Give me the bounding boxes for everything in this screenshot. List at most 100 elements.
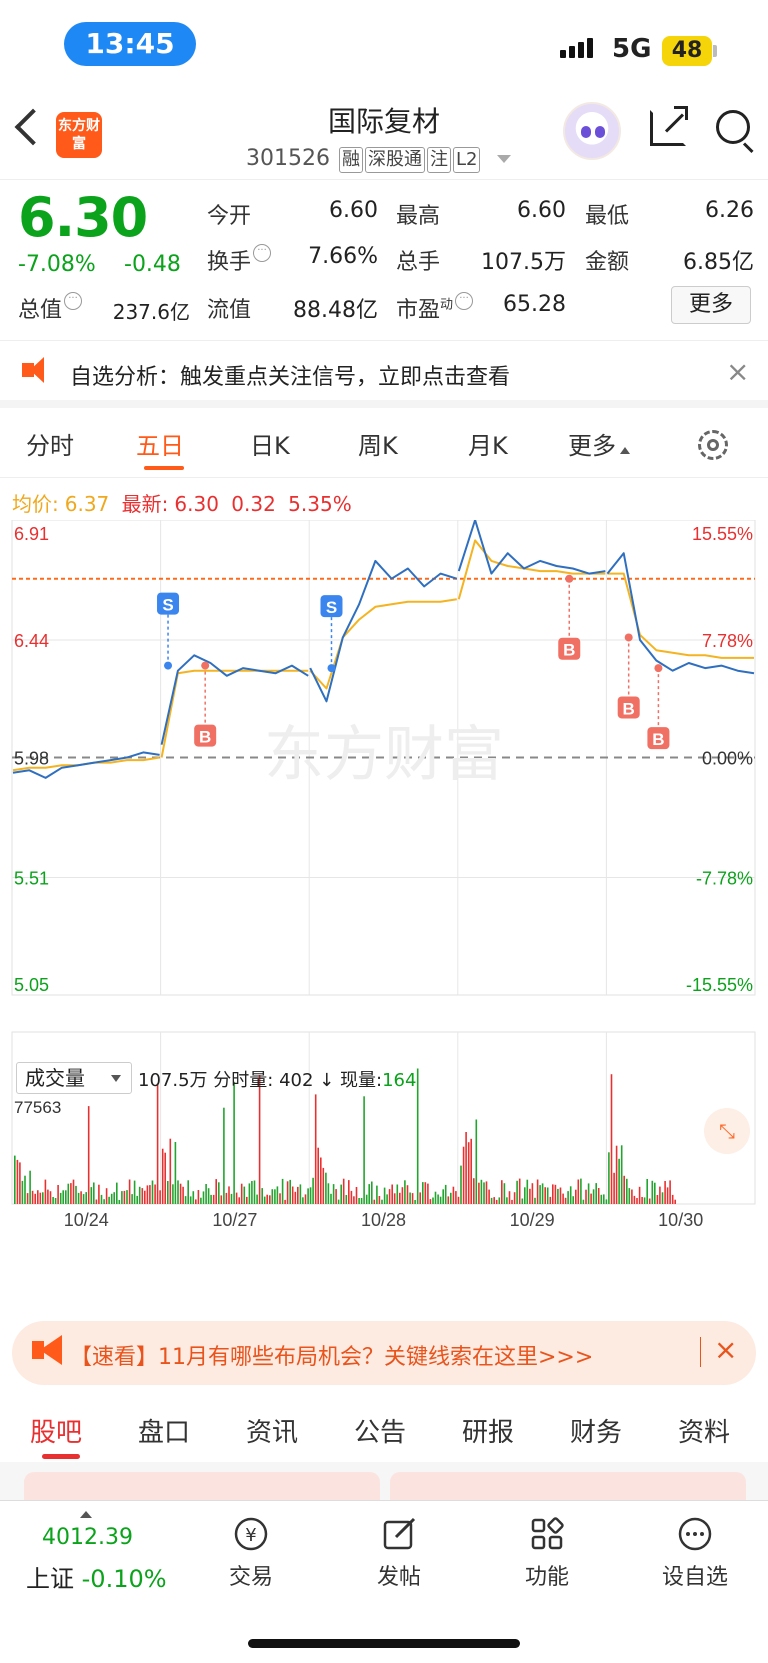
volume-bar	[332, 1184, 335, 1204]
stock-code-row[interactable]: 301526 融深股通注 L2	[246, 146, 512, 173]
index-change: -0.10%	[81, 1565, 167, 1593]
tab-profile[interactable]: 资料	[678, 1412, 730, 1449]
volume-bar	[404, 1180, 406, 1204]
volume-bar	[21, 1180, 24, 1204]
tab-monthly-k[interactable]: 月K	[468, 426, 508, 461]
info-dots-icon[interactable]: ···	[455, 292, 474, 310]
trade-button[interactable]: ¥ 交易	[196, 1515, 306, 1591]
volume-bar	[409, 1192, 411, 1204]
volume-bar	[378, 1196, 381, 1204]
y-label-left: 6.44	[14, 631, 49, 651]
volume-bar	[582, 1199, 585, 1204]
y-label-right: -15.55%	[686, 975, 753, 995]
tab-news[interactable]: 资讯	[246, 1412, 298, 1449]
float-label: 流值	[207, 298, 252, 323]
indicator-select[interactable]: 成交量	[16, 1062, 132, 1094]
y-label-left: 6.91	[14, 524, 49, 544]
volume-bar	[595, 1183, 597, 1204]
tick-volume: 402	[279, 1070, 314, 1091]
x-label: 10/30	[658, 1210, 703, 1230]
volume-bar	[179, 1183, 182, 1204]
volume-bar	[195, 1199, 197, 1204]
index-value[interactable]: 4012.39	[42, 1525, 133, 1550]
analysis-notice[interactable]: 自选分析：触发重点关注信号，立即点击查看 ×	[0, 340, 768, 408]
home-indicator	[248, 1639, 520, 1648]
volume-bar	[610, 1074, 613, 1204]
volume-bar	[424, 1182, 427, 1204]
volume-bar	[567, 1191, 569, 1204]
marker-label: B	[199, 728, 211, 747]
volume-bar	[263, 1196, 266, 1204]
volume-bar	[80, 1191, 82, 1204]
volume-bar	[246, 1196, 248, 1204]
current-volume-label: 现量:	[340, 1070, 383, 1091]
close-icon[interactable]: ×	[714, 1333, 737, 1366]
volume-bar	[569, 1186, 572, 1204]
volume-bar	[544, 1187, 546, 1204]
mktcap-label: 总值 ···	[18, 292, 83, 324]
latest-value: 6.30	[174, 492, 219, 516]
tag-l2: L2	[452, 147, 481, 173]
volume-bar	[391, 1184, 393, 1204]
low-value: 6.26	[705, 198, 754, 223]
volume-bar	[93, 1182, 95, 1204]
tab-orderbook[interactable]: 盘口	[138, 1412, 190, 1449]
y-label-right: 15.55%	[692, 524, 753, 544]
functions-button[interactable]: 功能	[492, 1515, 602, 1591]
assistant-robot-icon[interactable]	[563, 102, 621, 160]
tab-forum[interactable]: 股吧	[30, 1412, 82, 1449]
volume-bar	[480, 1179, 483, 1204]
add-watchlist-button[interactable]: 设自选	[640, 1515, 750, 1591]
tab-five-day[interactable]: 五日	[136, 426, 184, 461]
volume-bar	[518, 1178, 521, 1204]
post-button[interactable]: 发帖	[344, 1515, 454, 1591]
expand-up-icon[interactable]	[80, 1511, 92, 1518]
volume-bar	[444, 1184, 447, 1204]
volume-bar	[59, 1192, 62, 1204]
more-button[interactable]: 更多	[671, 286, 751, 324]
volume-bar	[42, 1192, 44, 1204]
volume-bar	[320, 1157, 322, 1204]
volume-bar	[498, 1197, 501, 1204]
volume-bar	[597, 1188, 600, 1204]
tick-volume-label: 分时量:	[213, 1070, 274, 1091]
volume-bar	[503, 1183, 506, 1204]
volume-bar	[636, 1198, 638, 1204]
volume-total: 107.5万	[138, 1070, 208, 1091]
index-row[interactable]: 上证 -0.10%	[26, 1559, 167, 1594]
info-dots-icon[interactable]: ···	[253, 244, 272, 262]
tab-weekly-k[interactable]: 周K	[358, 426, 398, 461]
volume-bar	[465, 1132, 467, 1204]
tab-daily-k[interactable]: 日K	[250, 426, 290, 461]
close-icon[interactable]: ×	[726, 355, 749, 388]
volume-bar	[279, 1193, 281, 1204]
latest-label: 最新:	[121, 492, 169, 516]
y-label-right: 0.00%	[702, 749, 753, 769]
tab-research[interactable]: 研报	[462, 1412, 514, 1449]
search-icon[interactable]	[716, 110, 750, 144]
volume-bar	[220, 1195, 223, 1204]
marker-label: S	[162, 596, 173, 615]
marker-label: B	[623, 699, 635, 718]
volume-bar	[516, 1180, 518, 1204]
tab-financials[interactable]: 财务	[570, 1412, 622, 1449]
tab-more[interactable]: 更多	[568, 426, 630, 461]
five-day-chart[interactable]: 东方财富 6.91 15.55% 6.44 7.78% 5.98 0.00% 5.51 -7.…	[0, 520, 768, 1280]
share-arrowhead	[674, 106, 688, 120]
volume-bar	[62, 1190, 64, 1204]
volume-bar	[116, 1182, 118, 1204]
volume-bar	[105, 1188, 108, 1204]
tab-intraday[interactable]: 分时	[26, 426, 74, 461]
info-dots-icon[interactable]: ···	[64, 292, 83, 310]
volume-bar	[531, 1183, 534, 1204]
volume-bar	[103, 1199, 105, 1204]
tab-announcements[interactable]: 公告	[354, 1412, 406, 1449]
change-amount: -0.48	[124, 252, 181, 277]
volume-bar	[128, 1179, 131, 1204]
volume-bar	[513, 1192, 516, 1204]
volume-bar	[312, 1177, 314, 1204]
volume-bar	[47, 1189, 49, 1204]
promo-banner[interactable]: 【速看】11月有哪些布局机会？关键线索在这里>>> ×	[12, 1321, 756, 1385]
volume-bar	[506, 1197, 508, 1204]
expand-icon[interactable]: ⤡	[704, 1108, 750, 1154]
